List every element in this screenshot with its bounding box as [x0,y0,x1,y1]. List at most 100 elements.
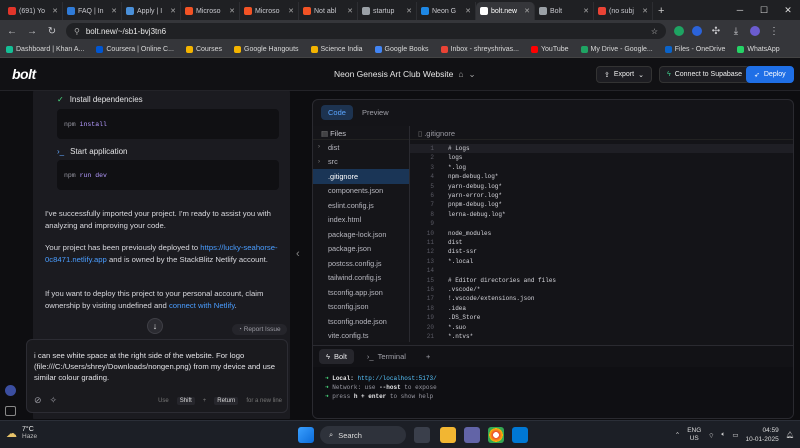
weather-widget[interactable]: ☁ 7°C Haze [6,426,37,440]
file-item[interactable]: components.json [313,184,409,199]
deploy-button[interactable]: ➶ Deploy [746,66,794,83]
file-item[interactable]: tailwind.config.js [313,271,409,286]
bookmark-star-icon[interactable]: ☆ [651,27,658,36]
bookmark-item[interactable]: Google Hangouts [234,46,299,53]
bookmark-item[interactable]: Science India [310,46,363,53]
file-item[interactable]: vite.config.ts [313,329,409,344]
report-issue-button[interactable]: ◔ Report Issue [232,324,287,335]
close-tab-icon[interactable]: ✕ [524,7,530,15]
close-tab-icon[interactable]: ✕ [642,7,648,15]
code-editor[interactable]: ▯ .gitignore 1 # Logs 2 logs 3 *.log 4 npm-debu… [410,126,793,342]
sidebar-toggle-icon[interactable] [5,406,16,416]
file-item[interactable]: package-lock.json [313,227,409,242]
close-tab-icon[interactable]: ✕ [347,7,353,15]
speaker-icon[interactable]: 🔈︎ [721,431,725,439]
file-item[interactable]: tsconfig.node.json [313,314,409,329]
bookmark-item[interactable]: Inbox - shreyshrivas... [440,46,519,53]
attach-icon[interactable]: ⊘ [34,395,42,406]
export-button[interactable]: ⇪ Export ⌄ [596,66,652,83]
browser-tab[interactable]: Apply | I ✕ [122,2,181,20]
terminal-output[interactable]: ➜ Local: http://localhost:5173/ ➜ Networ… [313,367,793,418]
taskbar-search[interactable]: ⌕ Search [320,426,406,444]
url-bar[interactable]: ⚲ bolt.new/~/sb1-bvj3tn6 ☆ [66,23,666,39]
bookmark-item[interactable]: Google Books [374,46,429,53]
outlook-icon[interactable] [512,427,528,443]
close-window-icon[interactable]: ✕ [776,0,800,20]
wifi-icon[interactable]: ⌔ [708,431,714,440]
browser-tab[interactable]: (no subj ✕ [594,2,653,20]
prompt-input[interactable]: i can see white space at the right side … [26,339,288,413]
profile-avatar[interactable] [750,26,760,36]
file-item[interactable]: package.json [313,242,409,257]
bookmark-item[interactable]: Dashboard | Khan A... [6,46,84,53]
browser-tab[interactable]: bolt.new ✕ [476,2,535,20]
add-terminal-button[interactable]: + [419,349,437,364]
extension-icon[interactable] [692,26,702,36]
close-tab-icon[interactable]: ✕ [52,7,58,15]
extensions-puzzle-icon[interactable]: ✣ [710,26,722,37]
teams-icon[interactable] [464,427,480,443]
browser-tab[interactable]: (691) Yo ✕ [4,2,63,20]
clock-time[interactable]: 04:59 [745,426,778,435]
bookmark-item[interactable]: WhatsApp [737,46,780,53]
tab-preview[interactable]: Preview [355,105,396,120]
browser-tab[interactable]: Not abl ✕ [299,2,358,20]
clock-date[interactable]: 10-01-2025 [745,435,778,444]
tab-bolt-terminal[interactable]: ϟ Bolt [319,349,354,364]
bookmark-item[interactable]: Files - OneDrive [664,46,725,53]
bookmark-item[interactable]: Coursera | Online C... [96,46,174,53]
collapse-chevron-icon[interactable]: ‹ [296,248,300,260]
extension-icon[interactable] [674,26,684,36]
browser-tab[interactable]: FAQ | In ✕ [63,2,122,20]
maximize-icon[interactable]: ☐ [752,0,776,20]
close-tab-icon[interactable]: ✕ [465,7,471,15]
bolt-logo[interactable]: bolt [12,66,36,82]
file-item[interactable]: postcss.config.js [313,256,409,271]
language-region[interactable]: US [687,435,701,443]
localhost-link[interactable]: http://localhost:5173/ [357,375,436,382]
chevron-up-icon[interactable]: ⌃ [675,431,680,439]
prompt-text[interactable]: i can see white space at the right side … [34,350,282,383]
browser-tab[interactable]: Neon G ✕ [417,2,476,20]
folder-item[interactable]: › src [313,155,409,170]
back-icon[interactable]: ← [6,26,18,37]
browser-tab[interactable]: Bolt ✕ [535,2,594,20]
site-info-icon[interactable]: ⚲ [74,27,80,36]
user-avatar[interactable] [5,385,16,396]
browser-tab[interactable]: Microso ✕ [240,2,299,20]
tab-code[interactable]: Code [321,105,353,120]
browser-menu-icon[interactable]: ⋮ [768,26,780,37]
close-tab-icon[interactable]: ✕ [406,7,412,15]
file-explorer-icon[interactable] [440,427,456,443]
minimize-icon[interactable]: ─ [728,0,752,20]
forward-icon[interactable]: → [26,26,38,37]
folder-item[interactable]: › dist [313,140,409,155]
file-item[interactable]: tsconfig.app.json [313,285,409,300]
new-tab-button[interactable]: + [653,2,669,20]
close-tab-icon[interactable]: ✕ [288,7,294,15]
enhance-prompt-icon[interactable]: ✧ [50,395,58,406]
browser-tab[interactable]: startup ✕ [358,2,417,20]
download-icon[interactable]: ⤓ [730,26,742,37]
reload-icon[interactable]: ↻ [46,26,58,37]
windows-start-icon[interactable] [298,427,314,443]
project-title[interactable]: Neon Genesis Art Club Website ⌂ ⌄ [334,69,476,80]
battery-icon[interactable]: ▭ [732,431,738,439]
close-tab-icon[interactable]: ✕ [229,7,235,15]
file-item[interactable]: tsconfig.json [313,300,409,315]
scroll-down-button[interactable]: ↓ [147,318,163,334]
bookmark-item[interactable]: My Drive - Google... [580,46,653,53]
bookmark-item[interactable]: YouTube [531,46,569,53]
task-view-icon[interactable] [414,427,430,443]
chrome-icon[interactable] [488,427,504,443]
browser-tab[interactable]: Microso ✕ [181,2,240,20]
connect-supabase-button[interactable]: ϟ Connect to Supabase [659,66,751,83]
close-tab-icon[interactable]: ✕ [170,7,176,15]
file-item[interactable]: .gitignore [313,169,409,184]
file-item[interactable]: eslint.config.js [313,198,409,213]
tab-terminal[interactable]: ›_ Terminal [360,349,413,364]
close-tab-icon[interactable]: ✕ [111,7,117,15]
file-item[interactable]: index.html [313,213,409,228]
connect-netlify-link[interactable]: connect with Netlify [169,301,235,310]
notification-bell-icon[interactable]: 🔔︎ [786,431,794,439]
